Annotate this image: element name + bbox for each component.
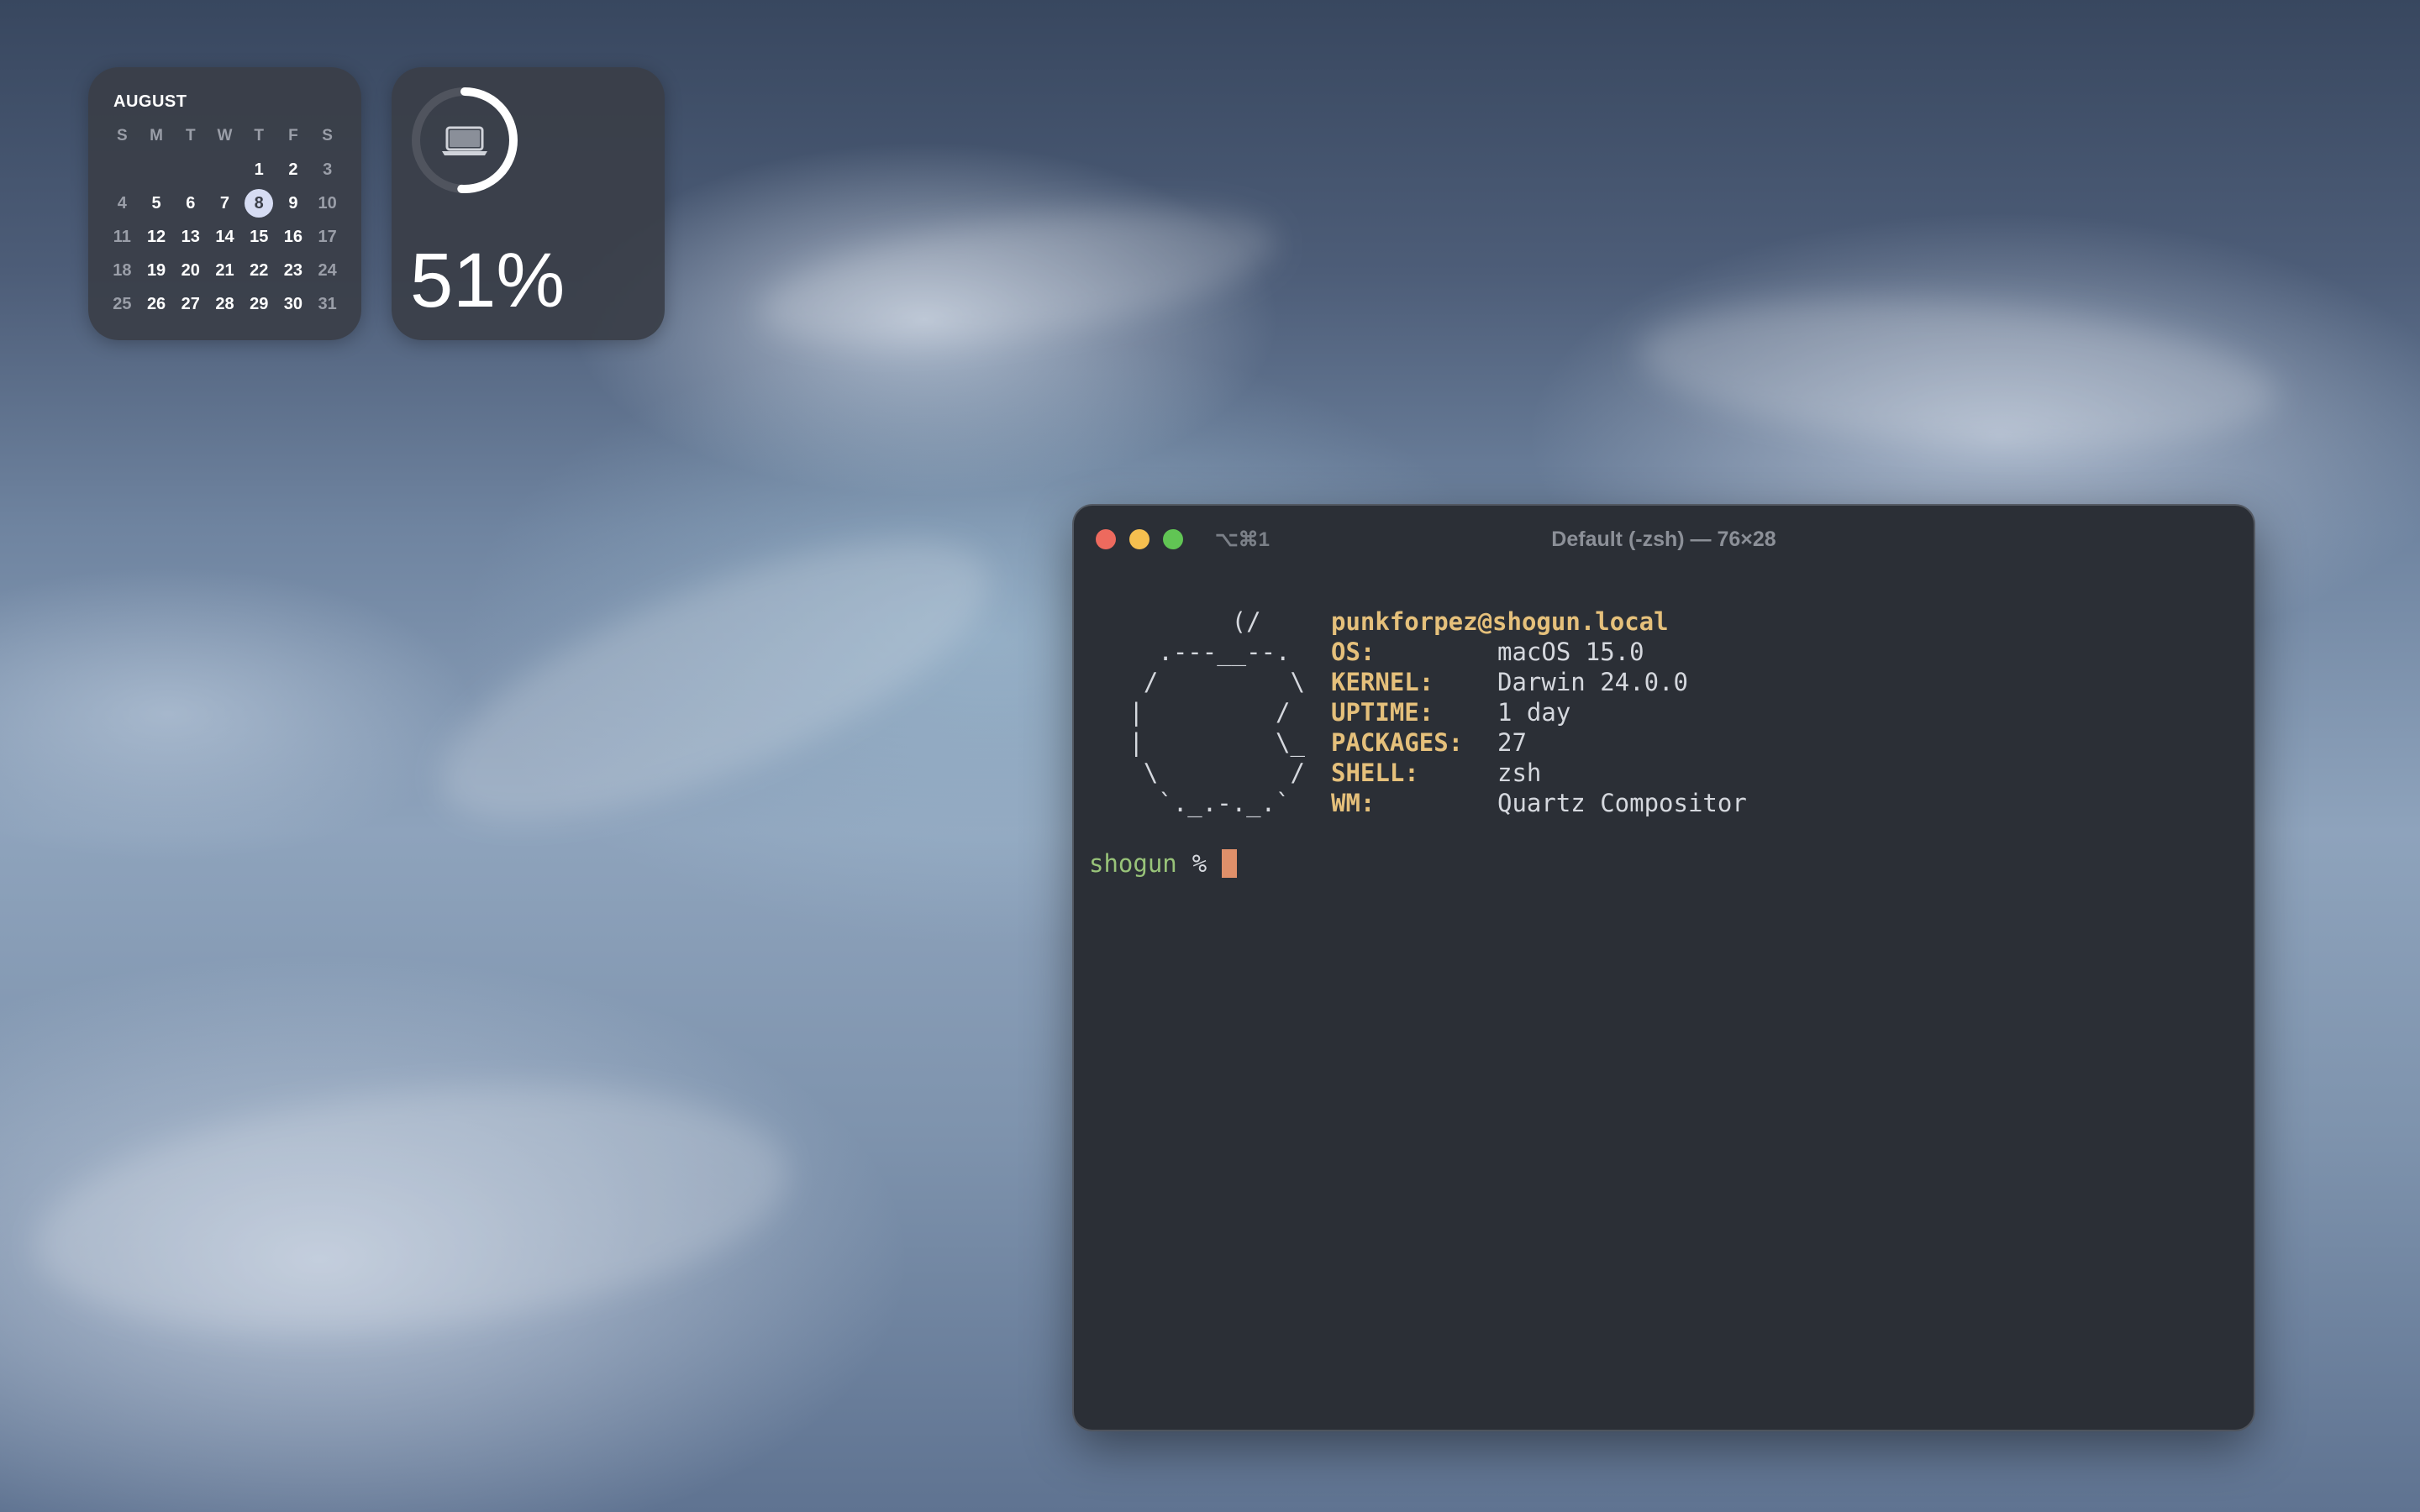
user-host: punkforpez@shogun.local [1331,607,1669,636]
calendar-day: 26 [146,294,166,313]
calendar-day: 7 [219,193,230,213]
calendar-day: 22 [250,260,269,280]
ascii-art-line: | / [1114,698,1291,727]
ascii-art-line: | \_ [1114,728,1305,757]
calendar-empty-cell [173,153,208,186]
ascii-art-line: `._.-._.` [1114,789,1291,817]
calendar-day: 19 [146,260,166,280]
wallpaper-foam [407,484,1022,877]
wallpaper-foam [1634,280,2282,468]
calendar-day: 16 [283,227,303,246]
system-info-value: macOS 15.0 [1497,638,1644,666]
calendar-weekday-header: S [117,127,128,144]
ascii-art-line: \ / [1114,759,1305,787]
prompt-line[interactable]: shogun % [1089,848,1238,879]
calendar-day: 1 [254,160,264,179]
calendar-day: 28 [215,294,234,313]
system-info-label: SHELL: [1331,759,1419,787]
prompt-symbol: % [1192,849,1207,878]
system-info-row: WM: Quartz Compositor [1331,788,1747,818]
battery-percent: 51% [410,238,566,323]
calendar-day: 30 [283,294,303,313]
wallpaper-foam [23,1053,801,1367]
calendar-day: 21 [215,260,234,280]
calendar-day: 13 [181,227,200,246]
calendar-weekday-header: T [185,127,196,144]
prompt-hostname: shogun [1089,849,1177,878]
battery-ring [412,87,518,193]
calendar-weekday-header: F [288,127,298,144]
calendar-weekday-header: M [150,127,163,144]
calendar-day: 15 [250,227,269,246]
calendar-day: 2 [288,160,298,179]
system-info-row: PACKAGES: 27 [1331,727,1747,758]
ascii-art-line: (/ [1114,607,1261,636]
calendar-day: 6 [186,193,196,213]
calendar-day: 14 [215,227,234,246]
ascii-art-line: / \ [1114,668,1305,696]
system-info-value: 1 day [1497,698,1571,727]
calendar-day: 5 [151,193,161,213]
system-info: punkforpez@shogun.local OS: macOS 15.0 KER… [1331,606,1747,818]
system-info-label: PACKAGES: [1331,728,1464,757]
window-title: Default (-zsh) — 76×28 [1551,528,1776,551]
calendar-day: 4 [117,193,127,213]
calendar-day: 12 [146,227,166,246]
calendar-widget[interactable]: AUGUST S M T W T F S 1 2 3 4 5 6 7 8 9 10 11 12 13 14 15 16 17 1… [88,67,361,340]
system-info-row: OS: macOS 15.0 [1331,637,1747,667]
calendar-day: 11 [113,227,131,246]
calendar-grid: S M T W T F S 1 2 3 4 5 6 7 8 9 10 11 12 13 14 15 16 17 18 19 20 21… [105,119,345,321]
system-info-label: WM: [1331,789,1376,817]
calendar-day: 29 [250,294,269,313]
calendar-day: 10 [318,193,337,213]
calendar-weekday-header: W [217,127,233,144]
calendar-empty-cell [105,153,139,186]
desktop-wallpaper: AUGUST S M T W T F S 1 2 3 4 5 6 7 8 9 10 11 12 13 14 15 16 17 1… [0,0,2420,1512]
system-info-value: 27 [1497,728,1527,757]
system-info-value: Darwin 24.0.0 [1497,668,1688,696]
calendar-today-marker: 8 [245,189,274,218]
wallpaper-foam [750,182,1283,372]
text-cursor [1222,849,1238,878]
calendar-weekday-header: S [322,127,333,144]
calendar-weekday-header: T [254,127,264,144]
calendar-empty-cell [139,153,174,186]
calendar-day: 18 [113,260,132,280]
calendar-day-today: 8 [242,186,276,220]
calendar-month: AUGUST [113,92,187,111]
battery-widget[interactable]: 51% [392,67,665,340]
apple-ascii-logo: (/ .---__--. / \ | / | \_ \ / `._.-._.` [1114,606,1305,818]
laptop-icon [442,126,487,155]
terminal-titlebar[interactable]: ⌥⌘1 Default (-zsh) — 76×28 [1074,506,2254,571]
calendar-day: 3 [323,160,333,179]
ascii-art-line: .---__--. [1114,638,1291,666]
system-info-value: zsh [1497,759,1542,787]
system-info-row: UPTIME: 1 day [1331,697,1747,727]
calendar-day: 9 [288,193,298,213]
calendar-day: 23 [283,260,303,280]
calendar-empty-cell [208,153,242,186]
system-info-label: OS: [1331,638,1376,666]
system-info-label: UPTIME: [1331,698,1434,727]
calendar-day: 31 [318,294,337,313]
calendar-day: 24 [318,260,337,280]
system-info-row: SHELL: zsh [1331,758,1747,788]
calendar-day: 17 [318,227,337,246]
system-info-row: KERNEL: Darwin 24.0.0 [1331,667,1747,697]
calendar-day: 27 [181,294,200,313]
calendar-day: 20 [181,260,200,280]
terminal-window[interactable]: ⌥⌘1 Default (-zsh) — 76×28 (/ .---__--. … [1074,506,2254,1430]
system-info-label: KERNEL: [1331,668,1434,696]
system-info-value: Quartz Compositor [1497,789,1747,817]
calendar-day: 25 [113,294,132,313]
